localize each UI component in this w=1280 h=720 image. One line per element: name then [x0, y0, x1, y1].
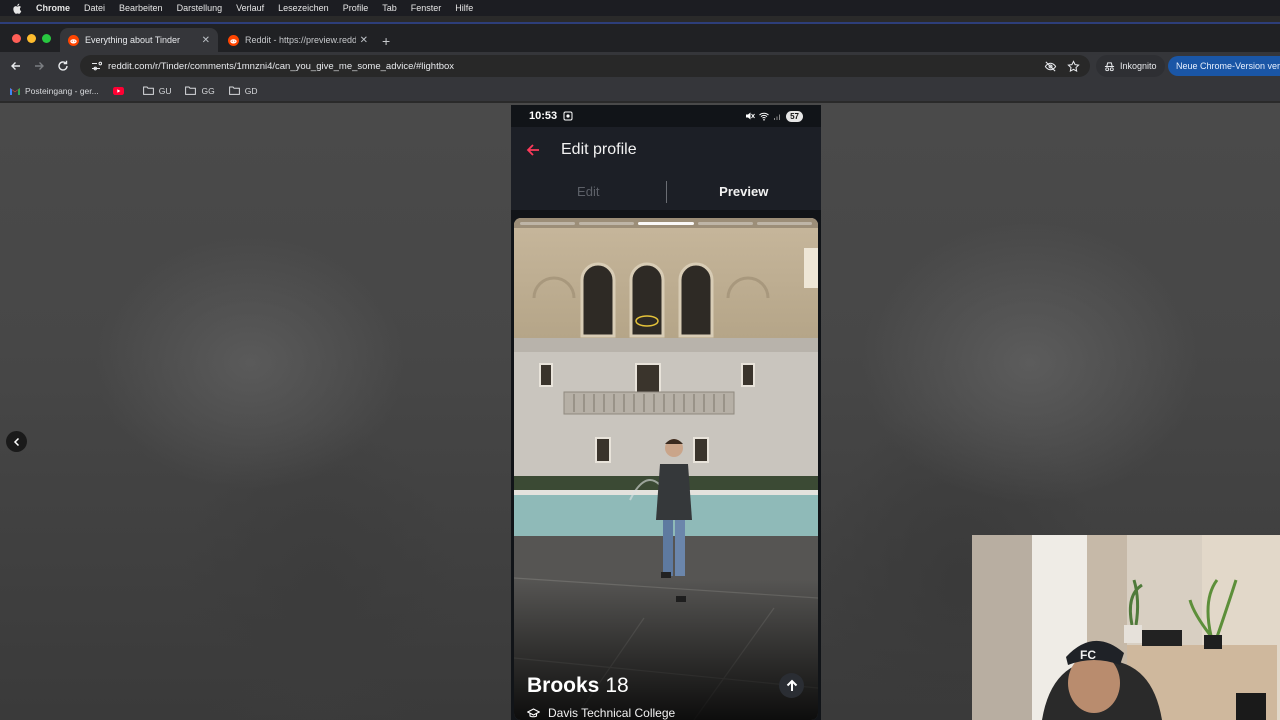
apple-icon[interactable] — [12, 3, 22, 14]
incognito-indicator[interactable]: Inkognito — [1096, 55, 1165, 77]
bookmark-folder-gd[interactable]: GD — [228, 85, 258, 96]
chevron-left-icon — [13, 437, 19, 446]
menu-darstellung[interactable]: Darstellung — [177, 3, 223, 13]
macos-menubar: Chrome Datei Bearbeiten Darstellung Verl… — [0, 0, 1280, 16]
tab-reddit-preview[interactable]: Reddit - https://preview.redd ✕ — [220, 28, 376, 52]
address-bar[interactable]: reddit.com/r/Tinder/comments/1mnzni4/can… — [80, 55, 1090, 77]
school-name: Davis Technical College — [548, 706, 676, 720]
svg-text:FC: FC — [1080, 648, 1096, 662]
menu-fenster[interactable]: Fenster — [411, 3, 442, 13]
folder-icon — [142, 86, 154, 95]
profile-name: Brooks — [527, 674, 600, 697]
bookmark-label: GG — [201, 85, 215, 96]
minimize-window-button[interactable] — [27, 34, 36, 43]
mute-icon — [746, 112, 755, 120]
chrome-update-button[interactable]: Neue Chrome-Version ver — [1168, 56, 1280, 76]
site-info-icon[interactable] — [90, 60, 102, 72]
webcam-video: FC — [972, 535, 1280, 720]
edit-profile-header: Edit profile — [511, 127, 821, 173]
folder-icon — [228, 86, 240, 95]
profile-school: Davis Technical College — [527, 706, 675, 720]
signal-icon — [774, 114, 781, 120]
phone-screenshot: 10:53 57 Edit profile Edit Preview Brook… — [511, 105, 821, 720]
menu-hilfe[interactable]: Hilfe — [455, 3, 473, 13]
menu-app-name[interactable]: Chrome — [36, 3, 70, 13]
incognito-label: Inkognito — [1120, 61, 1157, 71]
edit-preview-toggle: Edit Preview — [511, 173, 821, 213]
photo-indicator[interactable] — [520, 222, 576, 225]
page-title: Edit profile — [561, 141, 637, 158]
tab-close-icon[interactable]: ✕ — [360, 35, 368, 46]
tab-everything-about-tinder[interactable]: Everything about Tinder ✕ — [60, 28, 218, 52]
gmail-icon — [10, 87, 20, 95]
tab-title: Reddit - https://preview.redd — [245, 35, 356, 45]
menu-verlauf[interactable]: Verlauf — [236, 3, 264, 13]
bookmark-folder-gg[interactable]: GG — [185, 85, 215, 96]
tab-title: Everything about Tinder — [85, 35, 181, 45]
profile-name-age: Brooks 18 — [527, 674, 629, 698]
photo-indicator[interactable] — [697, 222, 753, 225]
bookmark-label: GD — [244, 85, 258, 96]
browser-toolbar: reddit.com/r/Tinder/comments/1mnzni4/can… — [0, 52, 1280, 80]
youtube-icon — [112, 86, 124, 95]
wifi-icon — [759, 112, 769, 121]
photo-progress-bar — [520, 222, 813, 225]
battery-badge: 57 — [786, 110, 803, 122]
menu-tab[interactable]: Tab — [382, 3, 397, 13]
tab-edit[interactable]: Edit — [511, 184, 666, 199]
bookmarks-bar: Posteingang - ger... GU GG GD — [0, 80, 1280, 102]
profile-age: 18 — [605, 674, 629, 697]
profile-card[interactable]: Brooks 18 Davis Technical College — [514, 218, 818, 720]
window-controls — [12, 34, 51, 43]
graduation-cap-icon — [527, 707, 540, 717]
status-time: 10:53 — [529, 110, 558, 122]
lightbox-previous-button[interactable] — [6, 431, 27, 452]
back-arrow-icon[interactable] — [9, 59, 23, 73]
bookmark-folder-gu[interactable]: GU — [142, 85, 172, 96]
close-window-button[interactable] — [12, 34, 21, 43]
screenshot-icon — [563, 111, 573, 121]
tab-preview[interactable]: Preview — [667, 184, 822, 199]
menu-lesezeichen[interactable]: Lesezeichen — [278, 3, 329, 13]
bookmark-youtube[interactable] — [112, 86, 129, 95]
arrow-up-icon — [786, 679, 797, 691]
webcam-overlay: FC — [972, 535, 1280, 720]
bookmark-posteingang[interactable]: Posteingang - ger... — [10, 86, 99, 96]
profile-info-button[interactable] — [779, 673, 804, 698]
incognito-icon — [1104, 61, 1115, 71]
reddit-favicon-icon — [228, 34, 239, 46]
url-text[interactable]: reddit.com/r/Tinder/comments/1mnzni4/can… — [108, 61, 1044, 72]
phone-status-bar: 10:53 57 — [511, 105, 821, 127]
bookmark-star-icon[interactable] — [1067, 59, 1080, 73]
back-arrow-icon[interactable] — [525, 143, 541, 157]
bookmark-label: GU — [158, 85, 172, 96]
tab-close-icon[interactable]: ✕ — [202, 35, 210, 46]
folder-icon — [185, 86, 197, 95]
menu-bearbeiten[interactable]: Bearbeiten — [119, 3, 163, 13]
profile-photo — [514, 218, 818, 720]
reddit-favicon-icon — [68, 34, 79, 46]
menu-datei[interactable]: Datei — [84, 3, 105, 13]
menu-profile[interactable]: Profile — [343, 3, 369, 13]
forward-arrow-icon[interactable] — [32, 59, 46, 73]
photo-indicator[interactable] — [756, 222, 813, 225]
photo-indicator[interactable] — [579, 222, 635, 225]
photo-indicator-active[interactable] — [638, 222, 694, 225]
maximize-window-button[interactable] — [42, 34, 51, 43]
reload-icon[interactable] — [56, 59, 70, 73]
new-tab-plus-icon[interactable]: + — [382, 33, 390, 49]
tab-strip: Everything about Tinder ✕ Reddit - https… — [0, 22, 1280, 52]
eye-off-icon[interactable] — [1044, 60, 1057, 73]
bookmark-label: Posteingang - ger... — [25, 85, 99, 96]
